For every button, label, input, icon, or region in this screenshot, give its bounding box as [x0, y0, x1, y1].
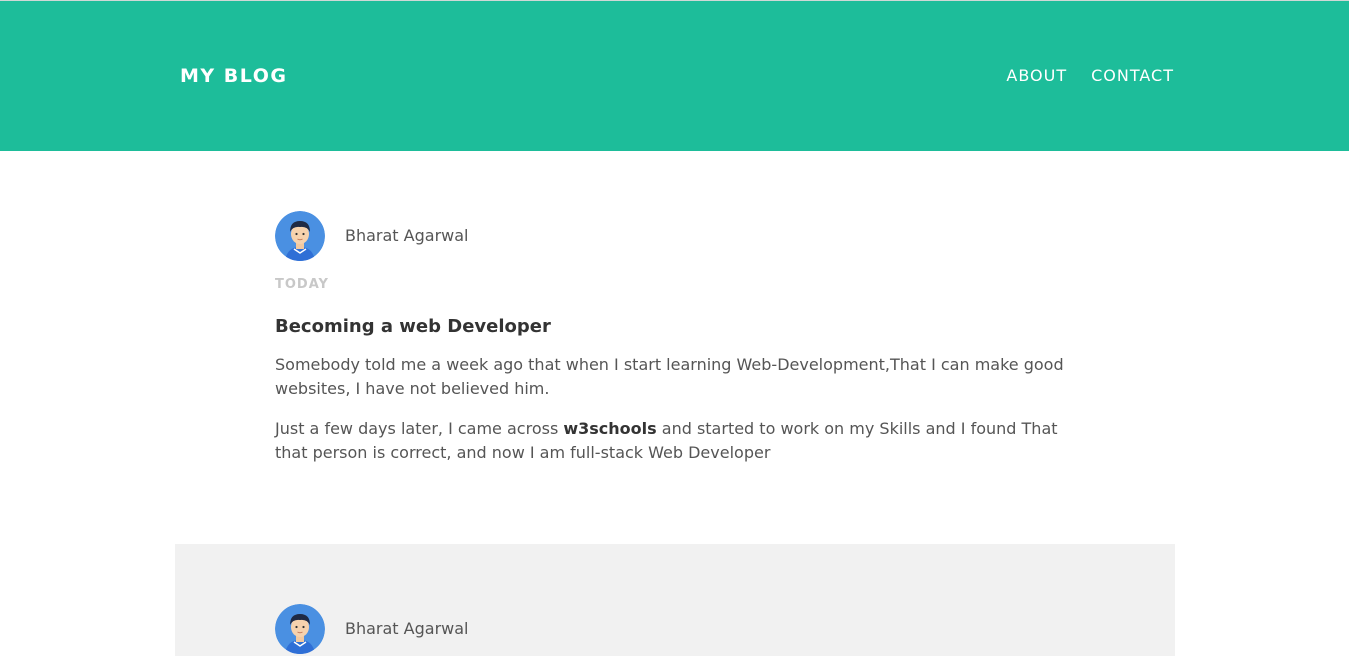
paragraph-text: Just a few days later, I came across [275, 419, 564, 438]
user-avatar-icon [275, 211, 325, 261]
author-row: Bharat Agarwal [275, 604, 1075, 654]
blog-post: Bharat Agarwal [275, 604, 1075, 654]
author-name: Bharat Agarwal [345, 619, 469, 638]
author-name: Bharat Agarwal [345, 226, 469, 245]
post-paragraph-2: Just a few days later, I came across w3s… [275, 417, 1075, 465]
post-paragraph-1: Somebody told me a week ago that when I … [275, 355, 1064, 398]
nav-contact-link[interactable]: CONTACT [1091, 67, 1174, 85]
post-date: TODAY [275, 277, 329, 292]
site-header: MY BLOG ABOUT CONTACT [0, 0, 1349, 151]
brand-logo[interactable]: MY BLOG [180, 65, 287, 87]
main-nav: ABOUT CONTACT [1006, 67, 1174, 85]
post-title: Becoming a web Developer [275, 316, 551, 337]
author-row: Bharat Agarwal [275, 211, 1075, 261]
nav-about-link[interactable]: ABOUT [1006, 67, 1067, 85]
user-avatar-icon [275, 604, 325, 654]
blog-post: Bharat Agarwal TODAY Becoming a web Deve… [275, 211, 1075, 481]
w3schools-highlight: w3schools [563, 419, 657, 438]
